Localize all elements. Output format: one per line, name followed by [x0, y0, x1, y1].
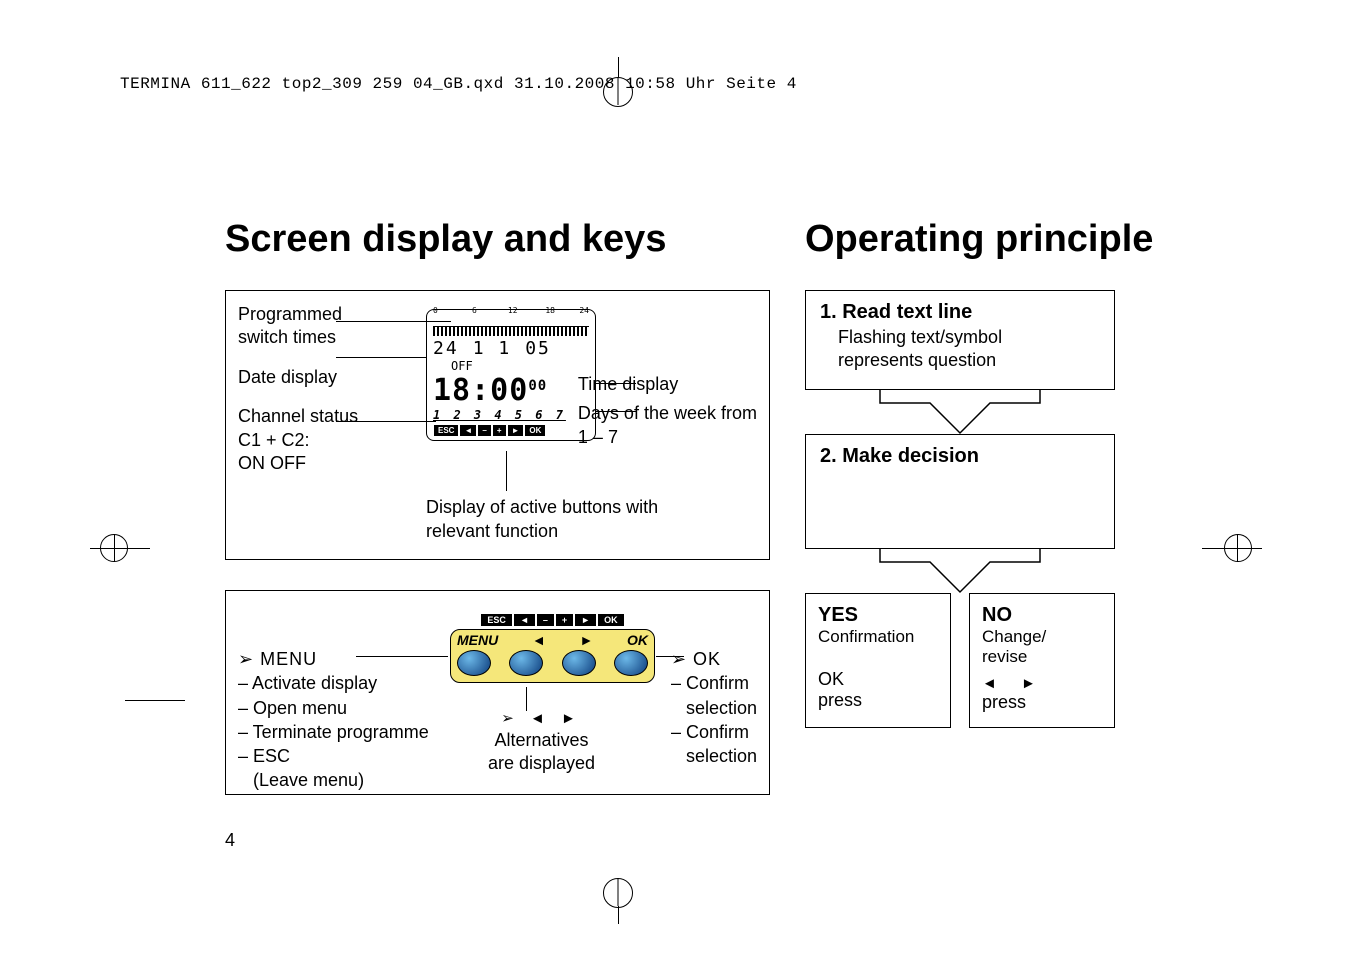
- ok-item: selection: [671, 744, 757, 768]
- crop-mark-bottom: [600, 878, 636, 914]
- flow-arrow-icon: [805, 548, 1115, 594]
- menu-head: ➢ MENU: [238, 647, 429, 671]
- leader-line: [526, 687, 527, 711]
- left-labels: Programmed switch times Date display Cha…: [238, 303, 358, 491]
- lcd-off: OFF: [451, 359, 589, 373]
- key-label-ok: OK: [627, 632, 648, 648]
- flow-arrow-icon: [805, 389, 1115, 435]
- lcd-tick-labels: 0 6 12 18 24: [433, 314, 589, 326]
- menu-item: – Terminate programme: [238, 720, 429, 744]
- label-time: Time display: [578, 373, 757, 396]
- label-days: Days of the week from 1 – 7: [578, 402, 757, 449]
- lcd-date: 24 1 1 05: [433, 338, 589, 359]
- caption-active-buttons: Display of active buttons with relevant …: [426, 496, 658, 543]
- step2-head: 2. Make decision: [820, 445, 1100, 468]
- operating-flow: 1. Read text line Flashing text/symbol r…: [805, 290, 1115, 728]
- key-label-right: ►: [579, 632, 593, 648]
- lcd-time: 18:0000: [433, 373, 589, 408]
- menu-list: ➢ MENU – Activate display – Open menu – …: [238, 647, 429, 793]
- key-label-menu: MENU: [457, 632, 498, 648]
- ok-item: – Confirm: [671, 671, 757, 695]
- yes-action: OK: [818, 669, 938, 690]
- no-action: press: [982, 692, 1102, 713]
- lcd-scale: [433, 326, 589, 336]
- right-labels: Time display Days of the week from 1 – 7: [578, 373, 757, 449]
- flow-step-2: 2. Make decision: [805, 434, 1115, 549]
- menu-item: – Open menu: [238, 696, 429, 720]
- print-header: TERMINA 611_622 top2_309 259 04_GB.qxd 3…: [120, 75, 797, 93]
- ok-item: selection: [671, 696, 757, 720]
- no-head: NO: [982, 604, 1102, 627]
- menu-item: – ESC: [238, 744, 429, 768]
- lcd-days: 1 2 3 4 5 6 7: [433, 408, 589, 422]
- alternatives-block: ➢ ◄ ► Alternatives are displayed: [488, 709, 595, 775]
- heading-operating-principle: Operating principle: [805, 218, 1153, 261]
- crop-mark-top: [600, 65, 636, 101]
- page-number: 4: [225, 830, 235, 851]
- heading-screen-display: Screen display and keys: [225, 218, 666, 261]
- left-button[interactable]: [509, 650, 543, 676]
- no-box: NO Change/ revise ◄ ► press: [969, 593, 1115, 728]
- key-label-left: ◄: [532, 632, 546, 648]
- ok-button[interactable]: [614, 650, 648, 676]
- ok-item: – Confirm: [671, 720, 757, 744]
- leader-line: [336, 357, 426, 358]
- no-sub: Change/ revise: [982, 627, 1102, 667]
- alt-line: Alternatives: [488, 729, 595, 752]
- ok-list: ➢ OK – Confirm selection – Confirm selec…: [671, 647, 757, 768]
- leader-line: [336, 421, 436, 422]
- leader-line: [336, 321, 451, 322]
- keys-panel: ESC ◄ – + ► OK MENU ◄ ► OK: [450, 613, 655, 683]
- keys-diagram: ➢ MENU – Activate display – Open menu – …: [225, 590, 770, 795]
- label-date: Date display: [238, 366, 358, 389]
- step1-head: 1. Read text line: [820, 301, 1100, 324]
- menu-item: (Leave menu): [238, 768, 429, 792]
- keys-header-row: ESC ◄ – + ► OK: [450, 613, 655, 627]
- alt-arrows: ➢ ◄ ►: [488, 709, 595, 729]
- yes-box: YES Confirmation OK press: [805, 593, 951, 728]
- menu-button[interactable]: [457, 650, 491, 676]
- step1-body: Flashing text/symbol represents question: [838, 326, 1100, 371]
- menu-item: – Activate display: [238, 671, 429, 695]
- yes-sub: Confirmation: [818, 627, 938, 647]
- flow-step-1: 1. Read text line Flashing text/symbol r…: [805, 290, 1115, 390]
- screen-display-diagram: Programmed switch times Date display Cha…: [225, 290, 770, 560]
- label-programmed: Programmed switch times: [238, 303, 358, 350]
- crop-mark-right: [1202, 530, 1262, 566]
- lcd-screen: 0 6 12 18 24 24 1 1 05 OFF 18:0000 1 2 3…: [426, 309, 596, 441]
- alt-line: are displayed: [488, 752, 595, 775]
- no-arrows: ◄ ►: [982, 675, 1102, 692]
- yes-no-row: YES Confirmation OK press NO Change/ rev…: [805, 593, 1115, 728]
- yes-head: YES: [818, 604, 938, 627]
- leader-line: [356, 656, 448, 657]
- crop-tick-left: [125, 700, 185, 701]
- label-channel: Channel status C1 + C2: ON OFF: [238, 405, 358, 475]
- leader-line: [506, 451, 507, 491]
- right-button[interactable]: [562, 650, 596, 676]
- ok-head: ➢ OK: [671, 647, 757, 671]
- yes-action: press: [818, 690, 938, 711]
- lcd-button-row: ESC ◄ – + ► OK: [433, 424, 589, 437]
- crop-mark-left: [90, 530, 150, 566]
